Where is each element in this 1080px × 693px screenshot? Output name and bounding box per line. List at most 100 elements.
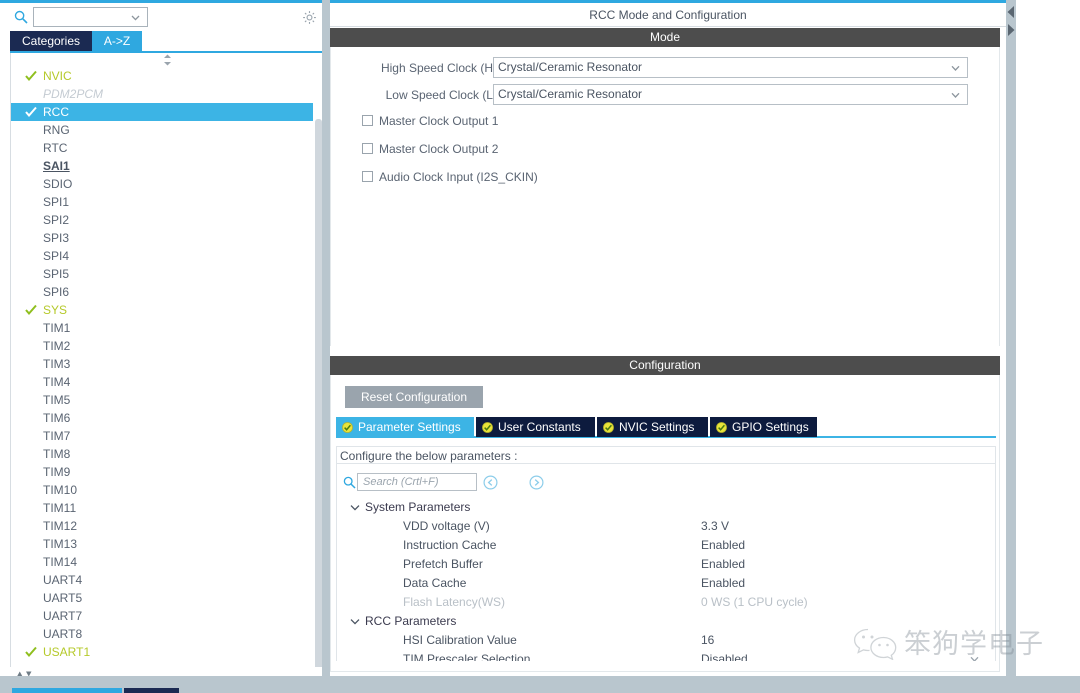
ip-list-item-label: SPI3 [43,231,70,245]
ip-list-item-sai1[interactable]: SAI1 [11,157,313,175]
collapse-right-icon[interactable] [1006,21,1016,39]
chevron-down-icon[interactable] [350,503,360,512]
reset-configuration-button[interactable]: Reset Configuration [345,386,483,408]
tab-categories[interactable]: Categories [10,31,92,52]
chevron-down-icon[interactable] [950,90,961,100]
ip-list-item-usart1[interactable]: USART1 [11,643,313,661]
ip-list-item-tim7[interactable]: TIM7 [11,427,313,445]
ip-list-item-pdm2pcm[interactable]: PDM2PCM [11,85,313,103]
configuration-tab-parameter-settings[interactable]: Parameter Settings [336,417,474,437]
hse-select[interactable]: Crystal/Ceramic Resonator [493,57,968,78]
parameter-row[interactable]: TIM Prescaler Selection Disabled [337,650,995,661]
chevron-down-icon[interactable] [969,654,980,661]
ip-list-item-rng[interactable]: RNG [11,121,313,139]
parameter-group-system-parameters[interactable]: System Parameters [337,498,995,517]
chevron-down-icon[interactable] [350,617,360,626]
ip-list-item-tim1[interactable]: TIM1 [11,319,313,337]
checkbox-mco2-label: Master Clock Output 2 [379,142,499,156]
ip-list-item-spi6[interactable]: SPI6 [11,283,313,301]
ip-list-item-uart4[interactable]: UART4 [11,571,313,589]
tab-a-to-z[interactable]: A->Z [92,31,142,52]
ip-list-item-label: RCC [43,105,69,119]
ip-list-item-nvic[interactable]: NVIC [11,67,313,85]
parameter-value[interactable]: Enabled [701,555,745,574]
parameter-search-input[interactable] [361,475,473,489]
configuration-tab-user-constants[interactable]: User Constants [476,417,595,437]
ip-list-item-tim4[interactable]: TIM4 [11,373,313,391]
collapse-left-icon[interactable] [1006,3,1016,21]
check-badge-icon [482,422,493,433]
ip-list-item-rcc[interactable]: RCC [11,103,313,121]
parameter-group-rcc-parameters[interactable]: RCC Parameters [337,612,995,631]
ip-list-item-tim2[interactable]: TIM2 [11,337,313,355]
ip-list-item-tim6[interactable]: TIM6 [11,409,313,427]
parameter-value[interactable]: Enabled [701,574,745,593]
ip-list-item-tim12[interactable]: TIM12 [11,517,313,535]
list-splitter[interactable] [11,53,322,67]
ip-list-item-spi4[interactable]: SPI4 [11,247,313,265]
mode-row-lse: Low Speed Clock (LSE) Crystal/Ceramic Re… [331,84,1001,106]
ip-list-item-rtc[interactable]: RTC [11,139,313,157]
ip-list-item-uart7[interactable]: UART7 [11,607,313,625]
parameter-value[interactable]: Disabled [701,650,748,661]
ip-list-item-tim9[interactable]: TIM9 [11,463,313,481]
gear-icon[interactable] [302,10,317,25]
parameter-value[interactable]: Enabled [701,536,745,555]
ip-list-item-label: TIM7 [43,429,71,443]
taskbar-item-active[interactable] [12,688,122,693]
ip-list-item-label: TIM6 [43,411,71,425]
parameter-list-area: System ParametersVDD voltage (V)3.3 VIns… [336,464,996,661]
lse-select-value: Crystal/Ceramic Resonator [498,87,643,101]
ip-list-item-sdio[interactable]: SDIO [11,175,313,193]
panel-divider[interactable] [322,0,650,676]
configuration-tab-gpio-settings[interactable]: GPIO Settings [710,417,817,437]
parameter-row[interactable]: Instruction Cache Enabled [337,536,995,555]
parameter-row[interactable]: Prefetch Buffer Enabled [337,555,995,574]
checkbox-mco1[interactable] [362,115,373,126]
checkbox-audio-clock-input[interactable] [362,171,373,182]
parameter-search-box[interactable] [357,473,477,491]
ip-list-item-tim10[interactable]: TIM10 [11,481,313,499]
mode-section-body: High Speed Clock (HSE) Crystal/Ceramic R… [330,47,1000,346]
configuration-tab-nvic-settings[interactable]: NVIC Settings [597,417,708,437]
chevron-right-circle-icon[interactable] [529,475,544,490]
ip-list-item-tim5[interactable]: TIM5 [11,391,313,409]
chevron-down-icon[interactable] [130,12,141,23]
ip-list-item-uart8[interactable]: UART8 [11,625,313,643]
ip-list-item-tim8[interactable]: TIM8 [11,445,313,463]
ip-list-item-spi1[interactable]: SPI1 [11,193,313,211]
parameter-row[interactable]: HSI Calibration Value 16 [337,631,995,650]
ip-list-item-tim13[interactable]: TIM13 [11,535,313,553]
ip-list-item-spi3[interactable]: SPI3 [11,229,313,247]
ip-list-item-label: TIM11 [43,501,77,515]
ip-list-item-sys[interactable]: SYS [11,301,313,319]
chevron-down-icon[interactable] [950,63,961,73]
ip-list[interactable]: NVIC PDM2PCM RCC RNG RTC SAI1 SDIO SPI1 SPI2 SPI3… [11,67,313,667]
parameter-name: Instruction Cache [403,538,497,552]
ip-tree-panel: Categories A->Z NVIC PDM2PCM RCC RNG RTC SAI1… [0,0,322,693]
parameter-tree[interactable]: System Parameters VDD voltage (V) 3.3 V Ins… [337,498,995,661]
ip-list-item-spi2[interactable]: SPI2 [11,211,313,229]
ip-search-input[interactable] [37,10,127,25]
checkbox-mco2[interactable] [362,143,373,154]
ip-list-item-tim14[interactable]: TIM14 [11,553,313,571]
hse-label: High Speed Clock (HSE) [380,61,513,75]
parameter-search-bar [337,473,995,493]
ip-list-scrollbar-thumb[interactable] [315,119,322,667]
ip-list-item-spi5[interactable]: SPI5 [11,265,313,283]
ip-list-item-uart5[interactable]: UART5 [11,589,313,607]
splitter-handle-icon[interactable] [161,54,174,66]
parameter-value[interactable]: 3.3 V [701,517,729,536]
chevron-left-circle-icon[interactable] [483,475,498,490]
taskbar-item-secondary[interactable] [124,688,179,693]
ip-search-combobox[interactable] [33,7,148,27]
parameter-row[interactable]: Flash Latency(WS) 0 WS (1 CPU cycle) [337,593,995,612]
parameter-value[interactable]: 16 [701,631,714,650]
parameter-row[interactable]: VDD voltage (V) 3.3 V [337,517,995,536]
ip-list-item-tim11[interactable]: TIM11 [11,499,313,517]
ip-list-item-label: SYS [43,303,68,317]
lse-select[interactable]: Crystal/Ceramic Resonator [493,84,968,105]
parameter-value[interactable]: 0 WS (1 CPU cycle) [701,593,808,612]
ip-list-item-tim3[interactable]: TIM3 [11,355,313,373]
parameter-row[interactable]: Data Cache Enabled [337,574,995,593]
